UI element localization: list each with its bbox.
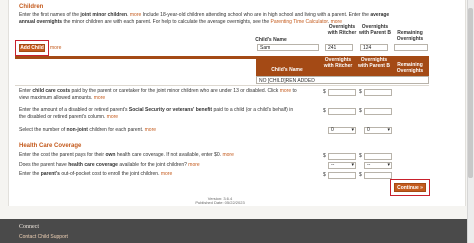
intro-text-1: Enter the first names of the [19, 12, 80, 18]
ss-more-link[interactable]: more [107, 114, 118, 120]
ss-ritcher-input[interactable] [328, 108, 356, 115]
child-name-input[interactable] [257, 44, 319, 51]
health-q2-bold: health care coverage [68, 162, 118, 168]
health-q3-text-1: Enter the [19, 171, 40, 177]
table2-col-overnights-ritcher: Overnights with Ritcher [323, 57, 353, 69]
health-q2-more-link[interactable]: more [188, 162, 199, 168]
health-q2: Does the parent have health care coverag… [19, 162, 319, 169]
dollar-sign: $ [359, 108, 362, 114]
social-security-question: Enter the amount of a disabled or retire… [19, 107, 319, 120]
non-joint-question: Select the number of non-joint children … [19, 127, 319, 134]
parenting-time-calculator-link[interactable]: Parenting Time Calculator [271, 19, 328, 25]
health-oop-parent-b-input[interactable] [364, 172, 392, 179]
health-own-parent-b-input[interactable] [364, 153, 392, 160]
non-joint-parent-b-select[interactable]: 0 ▾ [364, 127, 392, 134]
intro-bold-annual-overnights: annual overnights [19, 18, 63, 25]
health-coverage-parent-b-select[interactable]: -- ▾ [364, 162, 392, 169]
nonjoint-bold: non-joint [66, 127, 88, 133]
dollar-sign: $ [323, 172, 326, 178]
child-care-more-link-2[interactable]: more [94, 95, 105, 101]
col-childs-name: Child's Name [255, 37, 287, 43]
non-joint-parent-b-value: 0 [367, 127, 370, 133]
no-children-label: NO [CHILD]REN ADDED [259, 78, 315, 84]
non-joint-ritcher-select[interactable]: 0 ▾ [328, 127, 356, 134]
health-coverage-parent-b-value: -- [367, 162, 371, 168]
intro-text-2: Include 18-year-old children attending s… [142, 12, 369, 18]
intro-text-3: the minor children are with each parent.… [63, 18, 270, 25]
child-care-ritcher-input[interactable] [328, 89, 356, 96]
table2-empty-row: NO [CHILD]REN ADDED [256, 76, 429, 84]
child-care-text-2: paid by the parent or caretaker for the … [71, 88, 279, 94]
health-q1-bold: own [105, 152, 116, 158]
contact-child-support-link[interactable]: Contact Child Support [19, 234, 68, 240]
scrollbar-thumb[interactable] [468, 8, 473, 178]
nonjoint-text-2: children for each parent. [89, 127, 144, 133]
dollar-sign: $ [359, 172, 362, 178]
col-overnights-ritcher: Overnights with Ritcher [327, 24, 357, 36]
dollar-sign: $ [323, 108, 326, 114]
health-care-section-title: Health Care Coverage [19, 143, 82, 149]
health-q1-more-link[interactable]: more [222, 152, 233, 158]
child-care-question: Enter child care costs paid by the paren… [19, 88, 319, 101]
ss-text-1: Enter the amount of a disabled or retire… [19, 107, 128, 113]
footer-title: Connect [19, 224, 39, 230]
add-child-highlight [15, 40, 49, 56]
health-q3-more-link[interactable]: more [161, 171, 172, 177]
table2-col-remaining: Remaining Overnights [396, 62, 424, 74]
nonjoint-more-link[interactable]: more [145, 127, 156, 133]
health-q1: Enter the cost the parent pays for their… [19, 152, 319, 159]
child-care-more-link[interactable]: more [280, 88, 291, 94]
dollar-sign: $ [359, 153, 362, 159]
table2-col-overnights-parent-b: Overnights with Parent B [358, 57, 390, 69]
col-overnights-parent-b: Overnights with Parent B [359, 24, 391, 36]
chevron-down-icon: ▾ [351, 127, 354, 133]
intro-bold-average: average [370, 12, 390, 18]
child-care-text-1: Enter [19, 88, 31, 94]
dollar-sign: $ [323, 89, 326, 95]
health-q3-text-2: out-of-pocket cost to enroll the joint c… [61, 171, 160, 177]
add-child-more-link[interactable]: more [50, 45, 61, 52]
health-oop-ritcher-input[interactable] [328, 172, 356, 179]
nonjoint-text-1: Select the number of [19, 127, 66, 133]
table2-col-childs-name: Child's Name [271, 67, 303, 73]
published-date-label: Published Date: 05/22/2023 [195, 200, 245, 205]
remaining-overnights-input [394, 44, 428, 51]
ss-bold: Social Security or veterans' benefit [128, 107, 213, 113]
dollar-sign: $ [323, 153, 326, 159]
children-section-title: Children [19, 4, 44, 10]
ss-text-2: paid to a child (or a child's behalf) in [213, 107, 294, 113]
child-care-parent-b-input[interactable] [364, 89, 392, 96]
continue-highlight [390, 179, 430, 196]
health-q2-text-2: available for the joint children? [119, 162, 187, 168]
health-q3-bold: parent's [40, 171, 60, 177]
overnights-ritcher-input[interactable] [325, 44, 353, 51]
child-care-bold: child care costs [32, 88, 71, 94]
chevron-down-icon: ▾ [387, 162, 390, 168]
child-care-text-4: view maximum allowed amounts. [19, 94, 93, 101]
health-own-ritcher-input[interactable] [328, 153, 356, 160]
health-coverage-ritcher-value: -- [331, 162, 335, 168]
health-q3: Enter the parent's out-of-pocket cost to… [19, 171, 319, 178]
footer [0, 219, 474, 243]
overnights-parent-b-input[interactable] [360, 44, 388, 51]
child-care-text-3: to [292, 88, 297, 94]
divider [15, 85, 429, 86]
ss-parent-b-input[interactable] [364, 108, 392, 115]
non-joint-ritcher-value: 0 [331, 127, 334, 133]
chevron-down-icon: ▾ [351, 162, 354, 168]
ss-text-3: the disabled or retired parent's column. [19, 113, 106, 120]
intro-bold-joint-minor: joint minor children [80, 12, 128, 18]
health-q2-text-1: Does the parent have [19, 162, 67, 168]
health-coverage-ritcher-select[interactable]: -- ▾ [328, 162, 356, 169]
dollar-sign: $ [359, 89, 362, 95]
col-remaining-overnights: Remaining Overnights [396, 30, 424, 42]
chevron-down-icon: ▾ [387, 127, 390, 133]
health-q1-text-1: Enter the cost the parent pays for their [19, 152, 105, 158]
intro-more-link-1[interactable]: more [130, 12, 141, 18]
health-q1-text-2: health care coverage. If not available, … [116, 152, 222, 158]
